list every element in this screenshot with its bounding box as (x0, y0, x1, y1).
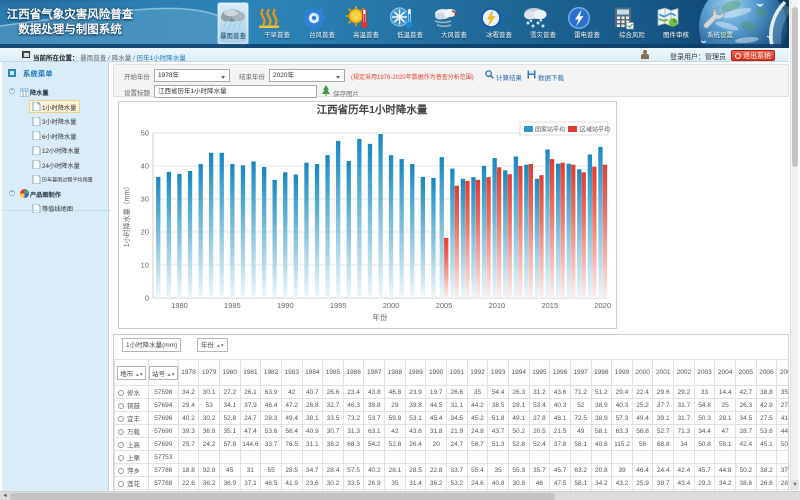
svg-text:年份: 年份 (373, 312, 388, 322)
svg-text:2015: 2015 (541, 301, 558, 310)
svg-text:50: 50 (141, 129, 149, 138)
svg-text:江西省历年1小时降水量: 江西省历年1小时降水量 (317, 103, 428, 116)
svg-text:1小时降水量（mm）: 1小时降水量（mm） (122, 183, 131, 248)
svg-text:1995: 1995 (330, 301, 347, 310)
svg-text:国家站平均: 国家站平均 (535, 126, 565, 134)
svg-text:1980: 1980 (171, 301, 188, 310)
svg-text:1985: 1985 (224, 301, 241, 310)
svg-text:10: 10 (141, 261, 149, 270)
svg-text:1990: 1990 (277, 301, 294, 310)
svg-text:2020: 2020 (594, 301, 611, 310)
svg-text:0: 0 (145, 294, 149, 303)
svg-text:区域站平均: 区域站平均 (580, 126, 610, 134)
svg-text:2005: 2005 (436, 301, 453, 310)
svg-text:2010: 2010 (489, 301, 506, 310)
svg-text:30: 30 (141, 195, 149, 204)
svg-text:20: 20 (141, 228, 149, 237)
svg-text:2000: 2000 (383, 301, 400, 310)
svg-text:40: 40 (141, 162, 149, 171)
